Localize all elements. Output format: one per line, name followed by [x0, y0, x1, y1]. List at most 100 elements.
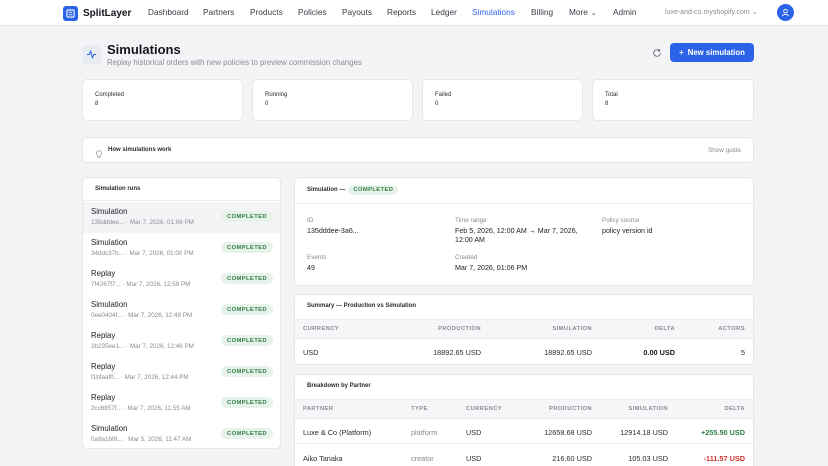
- run-meta: 0ee0404f... · Mar 7, 2026, 12:48 PM: [91, 312, 193, 319]
- col-simulation: SIMULATION: [552, 326, 592, 332]
- cell-simulation: 18892.65 USD: [544, 348, 592, 357]
- col-production: PRODUCTION: [549, 406, 592, 412]
- col-partner: PARTNER: [303, 406, 334, 412]
- refresh-button[interactable]: [650, 46, 664, 60]
- summary-table-header: [295, 319, 753, 339]
- guide-title: How simulations work: [108, 147, 172, 153]
- cell-currency: USD: [466, 454, 482, 463]
- cell-currency: USD: [466, 428, 482, 437]
- nav-partners[interactable]: Partners: [203, 7, 234, 17]
- cell-production: 216.60 USD: [552, 454, 592, 463]
- cell-simulation: 105.03 USD: [628, 454, 668, 463]
- status-badge: COMPLETED: [221, 428, 273, 439]
- run-item[interactable]: Replay 2b235ee1... · Mar 7, 2026, 12:46 …: [83, 326, 280, 357]
- stat-label: Completed: [95, 92, 125, 98]
- run-date: Mar 7, 2026, 12:44 PM: [124, 374, 189, 381]
- run-date: Mar 5, 2026, 11:47 AM: [128, 436, 192, 443]
- run-item[interactable]: Simulation 34ddc37b... · Mar 7, 2026, 01…: [83, 233, 280, 264]
- brand[interactable]: SplitLayer: [63, 5, 131, 21]
- show-guide-link[interactable]: Show guide: [708, 147, 741, 154]
- time-range-label: Time range: [455, 217, 487, 224]
- stat-card-running: Running 0: [252, 79, 413, 121]
- run-meta: 7f4267f7... · Mar 7, 2026, 12:59 PM: [91, 281, 191, 288]
- user-avatar[interactable]: [777, 4, 794, 21]
- col-actors: ACTORS: [718, 326, 745, 332]
- nav-products[interactable]: Products: [250, 7, 283, 17]
- run-date: Mar 7, 2026, 12:59 PM: [126, 281, 191, 288]
- new-simulation-button[interactable]: + New simulation: [670, 43, 754, 62]
- nav-simulations[interactable]: Simulations: [472, 7, 515, 17]
- nav-admin[interactable]: Admin: [613, 7, 637, 17]
- col-production: PRODUCTION: [438, 326, 481, 332]
- store-name: luxe-and-co.myshopify.com: [665, 9, 750, 16]
- cell-actors: 5: [740, 348, 745, 357]
- divider: [295, 443, 753, 444]
- policy-source-value: policy version id: [602, 227, 653, 235]
- breakdown-title: Breakdown by Partner: [307, 383, 371, 389]
- col-currency: CURRENCY: [303, 326, 340, 332]
- run-name: Simulation: [91, 300, 128, 309]
- simulation-runs-panel: Simulation runs Simulation 135dddee... ·…: [82, 177, 281, 449]
- run-id: 2b235ee1...: [91, 343, 125, 350]
- run-id: 34ddc37b...: [91, 250, 124, 257]
- cell-currency: USD: [303, 348, 319, 357]
- detail-header: Simulation — COMPLETED: [307, 185, 399, 195]
- run-id: f1bfaaf0...: [91, 374, 120, 381]
- run-meta: 2cc6857f... · Mar 7, 2026, 11:55 AM: [91, 405, 191, 412]
- cell-delta-positive: +255.50 USD: [700, 428, 745, 437]
- run-date: Mar 7, 2026, 11:55 AM: [127, 405, 191, 412]
- runs-panel-title: Simulation runs: [95, 186, 141, 192]
- nav-billing[interactable]: Billing: [531, 7, 553, 17]
- breakdown-table-header: [295, 399, 753, 419]
- events-label: Events: [307, 254, 327, 261]
- nav-dashboard[interactable]: Dashboard: [148, 7, 189, 17]
- col-simulation: SIMULATION: [628, 406, 668, 412]
- run-name: Simulation: [91, 424, 128, 433]
- detail-title: Simulation —: [307, 187, 346, 193]
- run-id: 2cc6857f...: [91, 405, 122, 412]
- cell-partner: Aiko Tanaka: [303, 454, 343, 463]
- user-icon: [781, 8, 790, 17]
- stat-card-total: Total 8: [592, 79, 754, 121]
- stat-label: Running: [265, 92, 288, 98]
- run-item[interactable]: Replay 7f4267f7... · Mar 7, 2026, 12:59 …: [83, 264, 280, 295]
- nav-payouts[interactable]: Payouts: [342, 7, 372, 17]
- stat-value: 0: [265, 101, 269, 107]
- run-id: 0a9a16f8...: [91, 436, 123, 443]
- stat-card-completed: Completed 8: [82, 79, 243, 121]
- col-delta: DELTA: [654, 326, 675, 332]
- nav-ledger[interactable]: Ledger: [431, 7, 457, 17]
- store-selector[interactable]: luxe-and-co.myshopify.com ⌄: [665, 8, 758, 16]
- run-date: Mar 7, 2026, 12:46 PM: [129, 343, 194, 350]
- cell-delta: 0.00 USD: [643, 348, 675, 357]
- created-label: Created: [455, 254, 478, 261]
- run-meta: 34ddc37b... · Mar 7, 2026, 01:00 PM: [91, 250, 194, 257]
- cell-production: 18892.65 USD: [433, 348, 481, 357]
- run-item-selected[interactable]: Simulation 135dddee... · Mar 7, 2026, 01…: [83, 202, 280, 233]
- run-meta: 135dddee... · Mar 7, 2026, 01:06 PM: [91, 219, 194, 226]
- chevron-down-icon: ⌄: [590, 10, 597, 17]
- run-item[interactable]: Simulation 0ee0404f... · Mar 7, 2026, 12…: [83, 295, 280, 326]
- run-name: Replay: [91, 269, 116, 278]
- refresh-icon: [653, 49, 661, 57]
- time-range-line2: 12:00 AM: [455, 236, 485, 244]
- run-id: 135dddee...: [91, 219, 125, 226]
- nav-policies[interactable]: Policies: [298, 7, 327, 17]
- run-item[interactable]: Simulation 0a9a16f8... · Mar 5, 2026, 11…: [83, 419, 280, 448]
- nav-more[interactable]: More ⌄: [569, 7, 597, 17]
- stat-value: 8: [605, 101, 609, 107]
- col-type: TYPE: [411, 406, 428, 412]
- splitlayer-logo-icon: [63, 5, 78, 21]
- chevron-down-icon: ⌄: [751, 9, 758, 16]
- status-badge: COMPLETED: [221, 335, 273, 346]
- cell-delta-negative: -111.57 USD: [703, 454, 745, 463]
- status-badge: COMPLETED: [348, 185, 399, 195]
- status-badge: COMPLETED: [221, 304, 273, 315]
- stat-value: 8: [95, 101, 99, 107]
- run-item[interactable]: Replay f1bfaaf0... · Mar 7, 2026, 12:44 …: [83, 357, 280, 388]
- plus-icon: +: [679, 48, 684, 57]
- nav-reports[interactable]: Reports: [387, 7, 416, 17]
- run-item[interactable]: Replay 2cc6857f... · Mar 7, 2026, 11:55 …: [83, 388, 280, 419]
- stat-value: 0: [435, 101, 439, 107]
- new-simulation-label: New simulation: [687, 48, 745, 57]
